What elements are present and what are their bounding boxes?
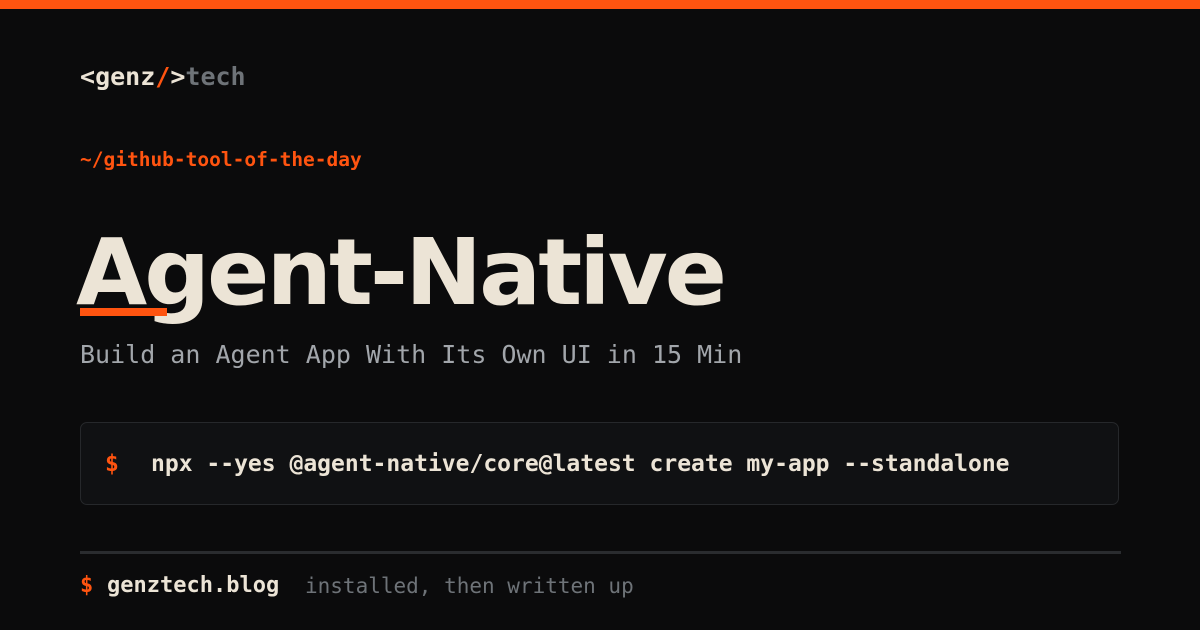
logo-lt: < — [80, 62, 96, 91]
section-kicker: ~/github-tool-of-the-day — [80, 148, 362, 171]
title-underline — [80, 308, 167, 316]
footer-note: installed, then written up — [305, 574, 634, 598]
page-subtitle: Build an Agent App With Its Own UI in 15… — [80, 340, 743, 369]
command-text[interactable]: npx --yes @agent-native/core@latest crea… — [151, 447, 1086, 481]
logo-genz: genz — [95, 62, 156, 91]
accent-top-bar — [0, 0, 1200, 9]
footer-domain-link[interactable]: genztech.blog — [107, 570, 279, 602]
divider — [80, 551, 1121, 554]
logo-tech: tech — [185, 62, 246, 91]
page-title: Agent-Native — [76, 219, 727, 326]
logo-slash: / — [155, 62, 171, 91]
command-prompt: $ — [105, 451, 119, 477]
command-box[interactable]: $ npx --yes @agent-native/core@latest cr… — [80, 422, 1119, 505]
logo-gt: > — [170, 62, 186, 91]
brand-logo: <genz/>tech — [80, 60, 246, 94]
footer-prompt: $ — [80, 573, 94, 598]
